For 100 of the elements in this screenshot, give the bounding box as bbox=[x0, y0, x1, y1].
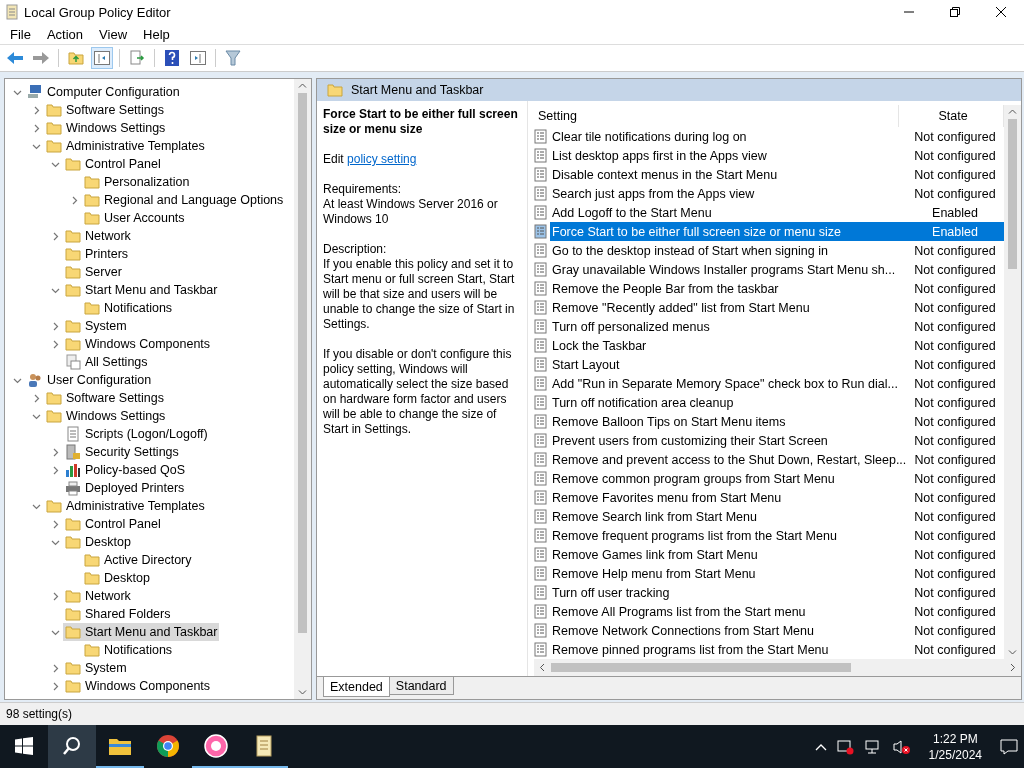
folder-icon bbox=[46, 103, 62, 117]
setting-name[interactable]: Remove Games link from Start Menu bbox=[550, 545, 906, 564]
folder-icon bbox=[65, 607, 81, 621]
tree-item[interactable]: Active Directory bbox=[82, 551, 194, 569]
scroll-thumb[interactable] bbox=[1008, 119, 1017, 269]
setting-name[interactable]: List desktop apps first in the Apps view bbox=[550, 146, 906, 165]
tree-item[interactable]: Deployed Printers bbox=[63, 479, 187, 497]
tree-item[interactable]: Administrative Templates bbox=[44, 137, 207, 155]
tree-item[interactable]: Windows Settings bbox=[44, 407, 168, 425]
policy-document-icon bbox=[534, 433, 547, 448]
tree-item[interactable]: Network bbox=[63, 587, 133, 605]
scroll-thumb[interactable] bbox=[551, 663, 851, 672]
setting-name[interactable]: Remove frequent programs list from the Start Menu bbox=[550, 526, 906, 545]
setting-name[interactable]: Remove and prevent access to the Shut Down, Restart, Sleep... bbox=[549, 450, 907, 469]
help-icon bbox=[165, 50, 179, 66]
tree-item[interactable]: Start Menu and Taskbar bbox=[63, 281, 220, 299]
setting-name[interactable]: Remove Network Connections from Start Menu bbox=[550, 621, 906, 640]
tree-item[interactable]: Notifications bbox=[82, 299, 175, 317]
tree-item[interactable]: Computer Configuration bbox=[25, 83, 182, 101]
browser-icon bbox=[156, 733, 180, 758]
tray-app-icon[interactable] bbox=[836, 738, 855, 755]
setting-name[interactable]: Turn off user tracking bbox=[550, 583, 906, 602]
tree-item[interactable]: Regional and Language Options bbox=[82, 191, 286, 209]
back-arrow-icon bbox=[6, 51, 24, 65]
tree-item[interactable]: Network bbox=[63, 227, 133, 245]
scrollbar[interactable] bbox=[294, 79, 311, 699]
setting-name[interactable]: Turn off personalized menus bbox=[550, 317, 906, 336]
column-header[interactable]: Setting bbox=[534, 105, 899, 127]
notification-icon[interactable] bbox=[1000, 738, 1018, 755]
policy-setting-link[interactable]: policy setting bbox=[347, 152, 417, 166]
tree-item[interactable]: Personalization bbox=[82, 173, 192, 191]
tree-item[interactable]: Windows Settings bbox=[44, 119, 168, 137]
tree-item[interactable]: Policy-based QoS bbox=[63, 461, 188, 479]
tree-item[interactable]: Scripts (Logon/Logoff) bbox=[63, 425, 210, 443]
scroll-thumb[interactable] bbox=[298, 93, 307, 633]
tree-item[interactable]: Server bbox=[63, 263, 124, 281]
tree-item[interactable]: Desktop bbox=[82, 569, 152, 587]
tree-item[interactable]: User Accounts bbox=[82, 209, 187, 227]
tree-item[interactable]: Desktop bbox=[63, 533, 133, 551]
tree-item[interactable]: Start Menu and Taskbar bbox=[63, 623, 220, 641]
setting-name[interactable]: Force Start to be either full screen size or menu size bbox=[550, 222, 906, 241]
setting-name[interactable]: Gray unavailable Windows Installer programs Start Menu sh... bbox=[550, 260, 906, 279]
policy-document-icon bbox=[534, 205, 547, 220]
tree-item[interactable]: Shared Folders bbox=[63, 605, 173, 623]
setting-name[interactable]: Remove All Programs list from the Start menu bbox=[550, 602, 906, 621]
tree-item[interactable]: Notifications bbox=[82, 641, 175, 659]
view-tab[interactable]: Standard bbox=[388, 677, 454, 695]
tree-item[interactable]: Control Panel bbox=[63, 515, 163, 533]
tree-item[interactable]: Printers bbox=[63, 245, 131, 263]
menu-item[interactable]: Action bbox=[38, 26, 92, 42]
tree-item[interactable]: Security Settings bbox=[63, 443, 181, 461]
menu-item[interactable]: Help bbox=[135, 26, 178, 42]
setting-name[interactable]: Go to the desktop instead of Start when signing in bbox=[550, 241, 906, 260]
setting-name[interactable]: Turn off notification area cleanup bbox=[550, 393, 906, 412]
tree-item[interactable]: Administrative Templates bbox=[44, 497, 207, 515]
tree-item[interactable]: System bbox=[63, 659, 129, 677]
filter-button[interactable] bbox=[222, 47, 244, 69]
tree-item[interactable]: All Settings bbox=[63, 353, 150, 371]
tree-item[interactable]: Control Panel bbox=[63, 155, 163, 173]
tree-item[interactable]: User Configuration bbox=[25, 371, 154, 389]
tree-item[interactable]: System bbox=[63, 317, 129, 335]
show-hide-tree-button[interactable] bbox=[91, 47, 113, 69]
setting-name[interactable]: Remove Help menu from Start Menu bbox=[550, 564, 906, 583]
tree-item[interactable]: Windows Components bbox=[63, 677, 213, 695]
setting-name[interactable]: Remove the People Bar from the taskbar bbox=[550, 279, 906, 298]
requirements-text: At least Windows Server 2016 or Windows 10 bbox=[323, 197, 499, 227]
tree-item[interactable]: Windows Components bbox=[63, 335, 213, 353]
folder-icon bbox=[327, 83, 343, 97]
horizontal-scrollbar[interactable] bbox=[534, 659, 1021, 676]
menu-item[interactable]: File bbox=[2, 26, 39, 42]
clock[interactable]: 1:22 PM 1/25/2024 bbox=[920, 730, 990, 763]
setting-name[interactable]: Add "Run in Separate Memory Space" check box to Run dial... bbox=[550, 374, 906, 393]
setting-name[interactable]: Clear tile notifications during log on bbox=[550, 127, 906, 146]
menu-item[interactable]: View bbox=[91, 26, 136, 42]
chevron-up-icon[interactable] bbox=[814, 742, 827, 751]
setting-state: Not configured bbox=[913, 147, 997, 165]
view-tab[interactable]: Extended bbox=[323, 677, 390, 697]
policy-document-icon bbox=[534, 585, 547, 600]
scroll-left-icon[interactable] bbox=[538, 663, 547, 672]
setting-name[interactable]: Disable context menus in the Start Menu bbox=[550, 165, 906, 184]
scrollbar[interactable] bbox=[1004, 105, 1021, 659]
setting-name[interactable]: Search just apps from the Apps view bbox=[550, 184, 906, 203]
setting-name[interactable]: Add Logoff to the Start Menu bbox=[550, 203, 906, 222]
setting-name[interactable]: Lock the Taskbar bbox=[550, 336, 906, 355]
setting-name[interactable]: Start Layout bbox=[550, 355, 906, 374]
taskbar-button[interactable] bbox=[48, 725, 96, 768]
policy-document-icon bbox=[534, 528, 547, 543]
tree-item[interactable]: Software Settings bbox=[44, 101, 166, 119]
setting-name[interactable]: Remove Search link from Start Menu bbox=[550, 507, 906, 526]
setting-name[interactable]: Remove "Recently added" list from Start Menu bbox=[550, 298, 906, 317]
tree-item[interactable]: Software Settings bbox=[44, 389, 166, 407]
setting-state: Not configured bbox=[913, 565, 997, 583]
setting-name[interactable]: Remove Favorites menu from Start Menu bbox=[550, 488, 906, 507]
setting-name[interactable]: Prevent users from customizing their Start Screen bbox=[550, 431, 906, 450]
setting-name[interactable]: Remove pinned programs list from the Start Menu bbox=[550, 640, 906, 659]
forward-arrow-icon bbox=[32, 51, 50, 65]
setting-name[interactable]: Remove common program groups from Start Menu bbox=[550, 469, 906, 488]
setting-name[interactable]: Remove Balloon Tips on Start Menu items bbox=[550, 412, 906, 431]
scroll-right-icon[interactable] bbox=[1008, 663, 1017, 672]
muted-speaker-icon[interactable] bbox=[892, 738, 911, 755]
